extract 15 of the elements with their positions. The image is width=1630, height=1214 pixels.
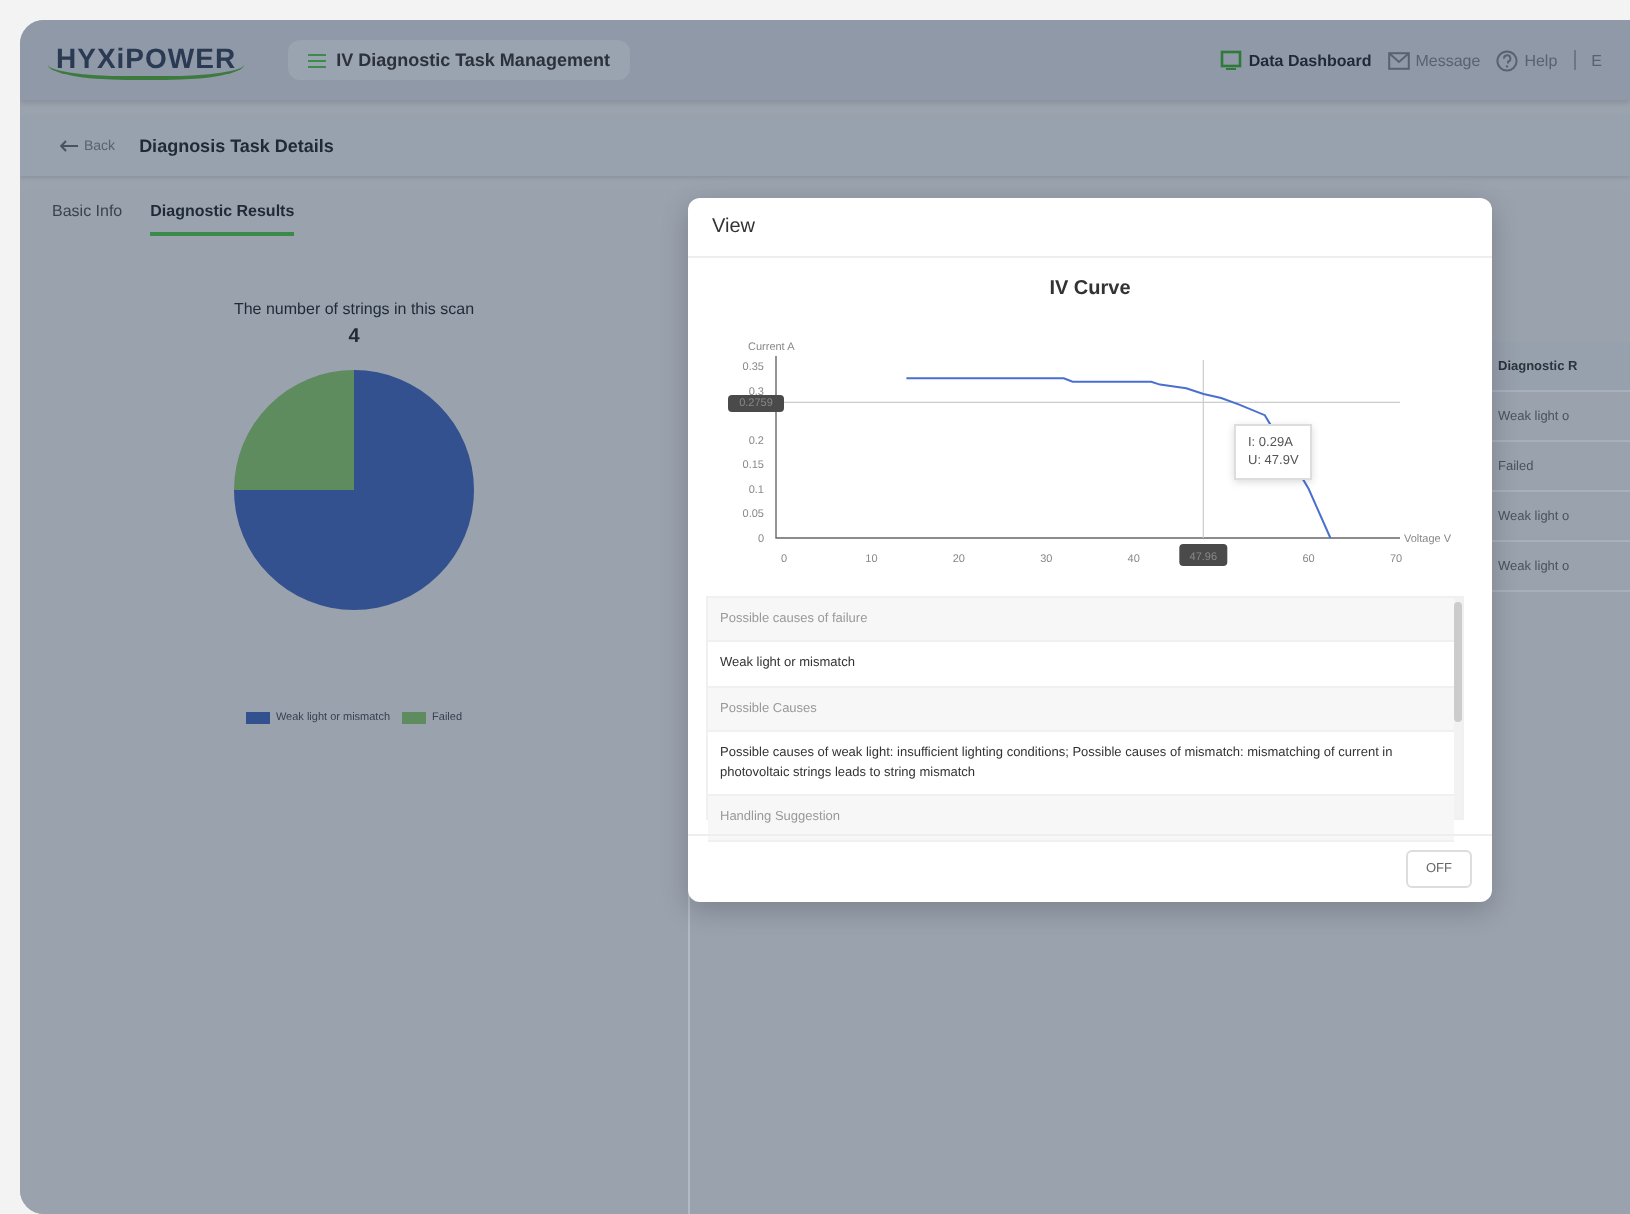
tab[interactable]: Diagnostic Results (150, 202, 295, 236)
mail-icon (1387, 51, 1410, 69)
nav-link[interactable]: Data Dashboard (1220, 50, 1372, 70)
arrow-left-icon (60, 140, 78, 152)
dialog-title: View (688, 198, 1492, 258)
string-count: 4 (348, 326, 360, 348)
chart-title: IV Curve (1047, 278, 1133, 300)
module-button[interactable]: IV Diagnostic Task Management (288, 40, 630, 80)
menu-icon (308, 53, 327, 67)
help-icon (1496, 49, 1519, 71)
monitor-icon (1220, 50, 1243, 70)
page-title: Diagnosis Task Details (139, 136, 334, 156)
tab[interactable]: Basic Info (52, 202, 123, 236)
logo: HYXiPOWER (48, 41, 245, 79)
chart-title: The number of strings in this scan (233, 300, 475, 318)
